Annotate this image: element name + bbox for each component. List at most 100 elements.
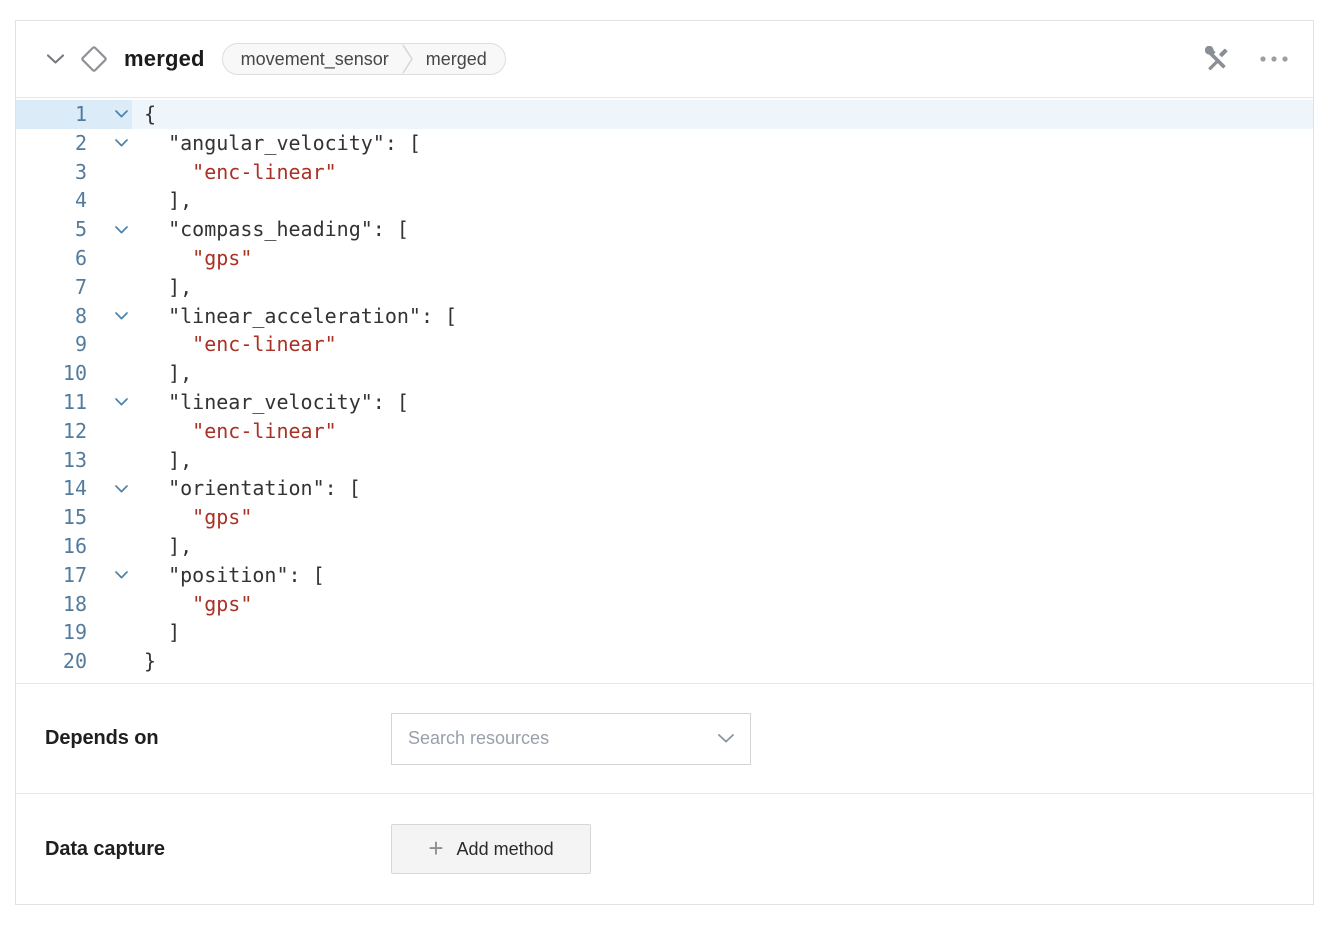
page-title: merged [124, 46, 205, 72]
fold-gutter [87, 590, 132, 619]
fold-gutter [87, 244, 132, 273]
fold-toggle-icon[interactable] [87, 474, 132, 503]
line-number: 15 [16, 503, 87, 532]
code-text[interactable]: "enc-linear" [132, 158, 1313, 187]
breadcrumb: movement_sensor merged [222, 43, 506, 75]
fold-gutter [87, 417, 132, 446]
fold-gutter [87, 647, 132, 676]
code-text[interactable]: "orientation": [ [132, 474, 1313, 503]
code-line[interactable]: 17 "position": [ [16, 561, 1313, 590]
code-text[interactable]: ], [132, 446, 1313, 475]
collapse-chevron-icon[interactable] [43, 47, 67, 71]
code-text[interactable]: "linear_velocity": [ [132, 388, 1313, 417]
code-text[interactable]: "angular_velocity": [ [132, 129, 1313, 158]
line-number: 19 [16, 618, 87, 647]
json-plain-token: ], [144, 275, 192, 299]
code-text[interactable]: "enc-linear" [132, 417, 1313, 446]
code-text[interactable]: "position": [ [132, 561, 1313, 590]
code-line[interactable]: 16 ], [16, 532, 1313, 561]
code-text[interactable]: ], [132, 532, 1313, 561]
data-capture-section: Data capture + Add method [16, 793, 1313, 904]
fold-toggle-icon[interactable] [87, 388, 132, 417]
search-resources-placeholder: Search resources [408, 728, 718, 749]
json-plain-token: ], [144, 534, 192, 558]
code-text[interactable]: ], [132, 359, 1313, 388]
json-plain-token: "compass_heading": [ [144, 217, 409, 241]
plus-icon: + [428, 835, 443, 861]
line-number: 5 [16, 215, 87, 244]
code-text[interactable]: "compass_heading": [ [132, 215, 1313, 244]
json-plain-token: { [144, 102, 156, 126]
breadcrumb-chevron-icon [402, 44, 413, 74]
json-string-token: "gps" [192, 505, 252, 529]
chevron-down-icon [718, 734, 734, 743]
line-number: 20 [16, 647, 87, 676]
json-plain-token [144, 592, 192, 616]
code-line[interactable]: 13 ], [16, 446, 1313, 475]
json-plain-token: "position": [ [144, 563, 325, 587]
code-line[interactable]: 19 ] [16, 618, 1313, 647]
code-text[interactable]: ], [132, 186, 1313, 215]
code-line[interactable]: 9 "enc-linear" [16, 330, 1313, 359]
json-plain-token: ], [144, 361, 192, 385]
fold-gutter [87, 330, 132, 359]
code-line[interactable]: 2 "angular_velocity": [ [16, 129, 1313, 158]
fold-gutter [87, 186, 132, 215]
code-line[interactable]: 5 "compass_heading": [ [16, 215, 1313, 244]
depends-on-section: Depends on Search resources [16, 683, 1313, 793]
breadcrumb-type: movement_sensor [241, 49, 389, 70]
code-text[interactable]: "gps" [132, 244, 1313, 273]
code-line[interactable]: 20} [16, 647, 1313, 676]
line-number: 7 [16, 273, 87, 302]
code-text[interactable]: } [132, 647, 1313, 676]
code-line[interactable]: 4 ], [16, 186, 1313, 215]
json-editor[interactable]: 1{2 "angular_velocity": [3 "enc-linear"4… [16, 98, 1313, 683]
depends-on-label: Depends on [45, 727, 391, 750]
fold-gutter [87, 158, 132, 187]
fold-toggle-icon[interactable] [87, 100, 132, 129]
code-line[interactable]: 14 "orientation": [ [16, 474, 1313, 503]
json-plain-token [144, 160, 192, 184]
line-number: 13 [16, 446, 87, 475]
code-line[interactable]: 1{ [16, 100, 1313, 129]
code-line[interactable]: 12 "enc-linear" [16, 417, 1313, 446]
code-text[interactable]: "gps" [132, 503, 1313, 532]
card-header: merged movement_sensor merged [16, 21, 1313, 98]
code-text[interactable]: { [132, 100, 1313, 129]
code-text[interactable]: ] [132, 618, 1313, 647]
line-number: 3 [16, 158, 87, 187]
code-text[interactable]: "linear_acceleration": [ [132, 302, 1313, 331]
json-string-token: "gps" [192, 592, 252, 616]
json-plain-token: "orientation": [ [144, 476, 361, 500]
code-line[interactable]: 6 "gps" [16, 244, 1313, 273]
code-text[interactable]: "enc-linear" [132, 330, 1313, 359]
json-plain-token [144, 246, 192, 270]
line-number: 12 [16, 417, 87, 446]
fold-toggle-icon[interactable] [87, 215, 132, 244]
fold-gutter [87, 446, 132, 475]
json-plain-token: ], [144, 188, 192, 212]
more-options-button[interactable] [1259, 44, 1289, 74]
add-method-button[interactable]: + Add method [391, 824, 591, 874]
fold-toggle-icon[interactable] [87, 561, 132, 590]
component-diamond-icon [79, 44, 109, 74]
search-resources-select[interactable]: Search resources [391, 713, 751, 765]
json-plain-token [144, 419, 192, 443]
code-line[interactable]: 10 ], [16, 359, 1313, 388]
resource-card: merged movement_sensor merged [15, 20, 1314, 905]
code-line[interactable]: 11 "linear_velocity": [ [16, 388, 1313, 417]
code-line[interactable]: 3 "enc-linear" [16, 158, 1313, 187]
fold-toggle-icon[interactable] [87, 129, 132, 158]
code-text[interactable]: ], [132, 273, 1313, 302]
fold-toggle-icon[interactable] [87, 302, 132, 331]
code-line[interactable]: 15 "gps" [16, 503, 1313, 532]
code-line[interactable]: 18 "gps" [16, 590, 1313, 619]
fold-gutter [87, 359, 132, 388]
header-actions [1203, 44, 1289, 74]
code-line[interactable]: 8 "linear_acceleration": [ [16, 302, 1313, 331]
code-line[interactable]: 7 ], [16, 273, 1313, 302]
tools-button[interactable] [1203, 44, 1233, 74]
json-plain-token: ] [144, 620, 180, 644]
code-text[interactable]: "gps" [132, 590, 1313, 619]
json-string-token: "enc-linear" [192, 419, 337, 443]
